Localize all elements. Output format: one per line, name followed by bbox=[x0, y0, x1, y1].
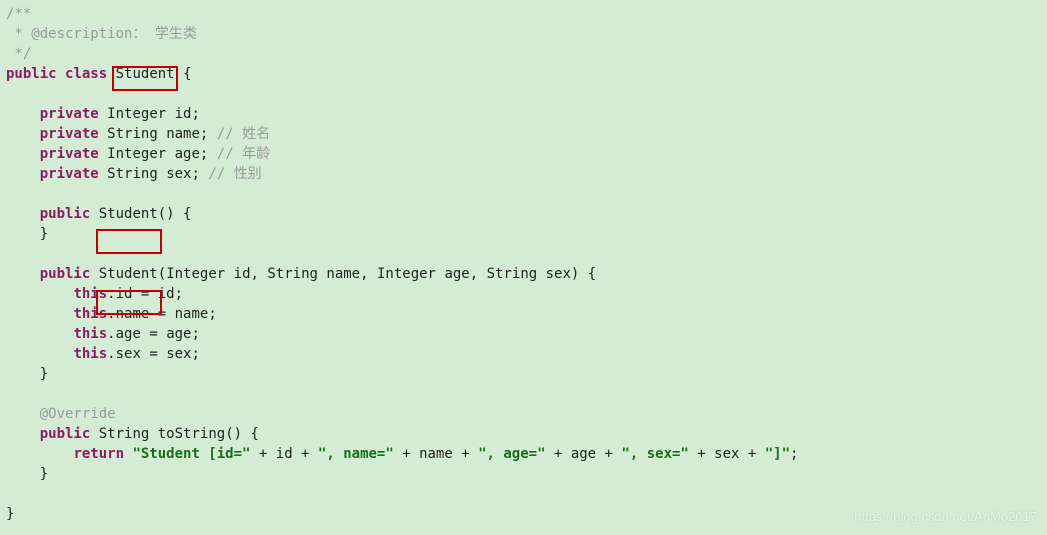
comment-name: // 姓名 bbox=[217, 126, 270, 142]
override-annotation: @Override bbox=[40, 406, 116, 422]
doc-line-1: /** bbox=[6, 6, 31, 22]
kw-return: return bbox=[73, 446, 124, 462]
doc-line-3: */ bbox=[6, 46, 31, 62]
comment-sex: // 性别 bbox=[208, 166, 261, 182]
kw-private: private bbox=[40, 106, 99, 122]
field-sex: sex bbox=[166, 166, 191, 182]
comment-age: // 年龄 bbox=[217, 146, 270, 162]
field-name: name bbox=[166, 126, 200, 142]
field-id: id bbox=[175, 106, 192, 122]
method-tostring: toString bbox=[158, 426, 225, 442]
brace-close: } bbox=[6, 506, 14, 522]
doc-line-2: * @description： 学生类 bbox=[6, 26, 197, 42]
string-literal: "Student [id=" bbox=[132, 446, 250, 462]
kw-public: public bbox=[6, 66, 57, 82]
kw-this: this bbox=[73, 286, 107, 302]
ctor-full: Student bbox=[99, 266, 158, 282]
class-name: Student bbox=[116, 66, 175, 82]
ctor-empty: Student bbox=[99, 206, 158, 222]
type-integer: Integer bbox=[107, 106, 166, 122]
brace-open: { bbox=[183, 66, 191, 82]
field-age: age bbox=[175, 146, 200, 162]
kw-class: class bbox=[65, 66, 107, 82]
code-block: /** * @description： 学生类 */ public class … bbox=[0, 0, 1047, 528]
